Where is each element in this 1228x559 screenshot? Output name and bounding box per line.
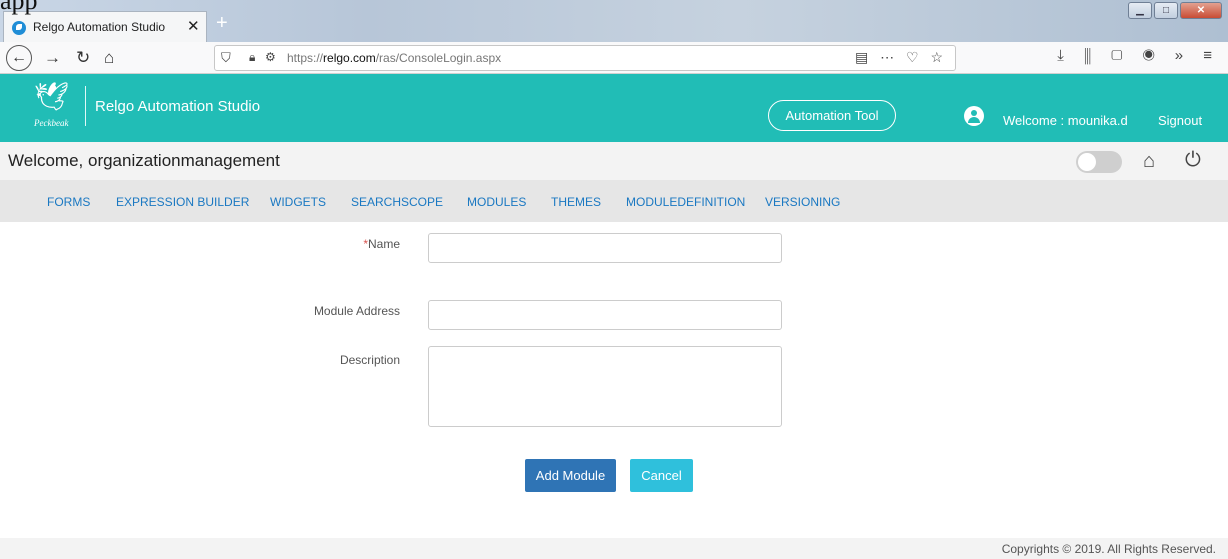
page-actions[interactable]: ▤ ⋯ ♡ ☆ <box>855 49 947 66</box>
menu-item-themes[interactable]: THEMES <box>551 195 601 209</box>
automation-tool-button[interactable]: Automation Tool <box>768 100 896 131</box>
power-icon[interactable]: ⏻ <box>1185 149 1201 172</box>
browser-tab-strip: Relgo Automation Studio ✕ + ▁ □ ✕ <box>0 0 1228 42</box>
window-controls: ▁ □ ✕ <box>1128 2 1222 22</box>
header-divider <box>85 86 86 126</box>
reload-icon[interactable]: ↻ <box>76 47 90 69</box>
description-label: Description <box>339 353 400 367</box>
footer: Copyrights © 2019. All Rights Reserved. <box>0 538 1228 559</box>
app-logo: 🕊︎ Peckbeak <box>26 78 74 136</box>
forward-icon[interactable]: → <box>44 47 61 69</box>
toolbar-icons[interactable]: ⤓ ⫼ ▢ ◉ » ≡ <box>1057 47 1220 64</box>
artifact-text: app <box>0 0 38 15</box>
add-module-button[interactable]: Add Module <box>525 459 616 492</box>
menu-item-moduledefinition[interactable]: MODULEDEFINITION <box>626 195 745 209</box>
description-textarea[interactable] <box>428 346 782 427</box>
menu-item-searchscope[interactable]: SEARCHSCOPE <box>351 195 443 209</box>
site-favicon-icon <box>12 21 26 35</box>
url-text: https://relgo.com/ras/ConsoleLogin.aspx <box>287 51 502 65</box>
module-address-input[interactable] <box>428 300 782 330</box>
user-avatar-icon <box>964 106 984 126</box>
name-label: *Name <box>363 237 400 251</box>
app-header: 🕊︎ Peckbeak Relgo Automation Studio Auto… <box>0 74 1228 142</box>
menu-item-modules[interactable]: MODULES <box>467 195 526 209</box>
new-tab-icon[interactable]: + <box>216 12 228 35</box>
app-title: Relgo Automation Studio <box>95 98 261 115</box>
menu-item-expression-builder[interactable]: EXPRESSION BUILDER <box>116 195 249 209</box>
permissions-icon[interactable]: ⚙︎ <box>265 50 276 64</box>
maximize-icon[interactable]: □ <box>1154 2 1178 19</box>
module-address-label: Module Address <box>313 304 400 318</box>
signout-link[interactable]: Signout <box>1158 113 1202 128</box>
menu-item-versioning[interactable]: VERSIONING <box>765 195 840 209</box>
logo-text: Peckbeak <box>34 118 69 128</box>
lock-icon[interactable]: 🔒︎ <box>249 50 255 65</box>
home-browser-icon[interactable]: ⌂ <box>104 47 114 69</box>
welcome-bar: Welcome, organizationmanagement ⌂ ⏻ <box>0 142 1228 180</box>
menu-item-forms[interactable]: FORMS <box>47 195 90 209</box>
menu-item-widgets[interactable]: WIDGETS <box>270 195 326 209</box>
close-tab-icon[interactable]: ✕ <box>187 17 200 35</box>
cancel-button[interactable]: Cancel <box>630 459 693 492</box>
window-close-icon[interactable]: ✕ <box>1180 2 1222 19</box>
bird-logo-icon: 🕊︎ <box>34 81 70 112</box>
minimize-icon[interactable]: ▁ <box>1128 2 1152 19</box>
copyright-text: Copyrights © 2019. All Rights Reserved. <box>1001 542 1216 556</box>
name-input[interactable] <box>428 233 782 263</box>
tracking-shield-icon[interactable]: ⛉ <box>221 50 231 66</box>
mode-toggle[interactable] <box>1076 151 1122 173</box>
browser-tab[interactable]: Relgo Automation Studio ✕ <box>3 11 207 42</box>
page-title: Welcome, organizationmanagement <box>8 151 280 170</box>
main-menu: FORMS EXPRESSION BUILDER WIDGETS SEARCHS… <box>0 180 1228 222</box>
browser-toolbar: ← → ↻ ⌂ ⛉ 🔒︎ ⚙︎ https://relgo.com/ras/Co… <box>0 42 1228 74</box>
tab-title: Relgo Automation Studio <box>33 20 166 34</box>
welcome-user: Welcome : mounika.d <box>1003 113 1128 128</box>
back-icon[interactable]: ← <box>6 45 32 71</box>
url-bar[interactable]: ⛉ 🔒︎ ⚙︎ https://relgo.com/ras/ConsoleLog… <box>214 45 956 71</box>
home-icon[interactable]: ⌂ <box>1143 150 1155 173</box>
